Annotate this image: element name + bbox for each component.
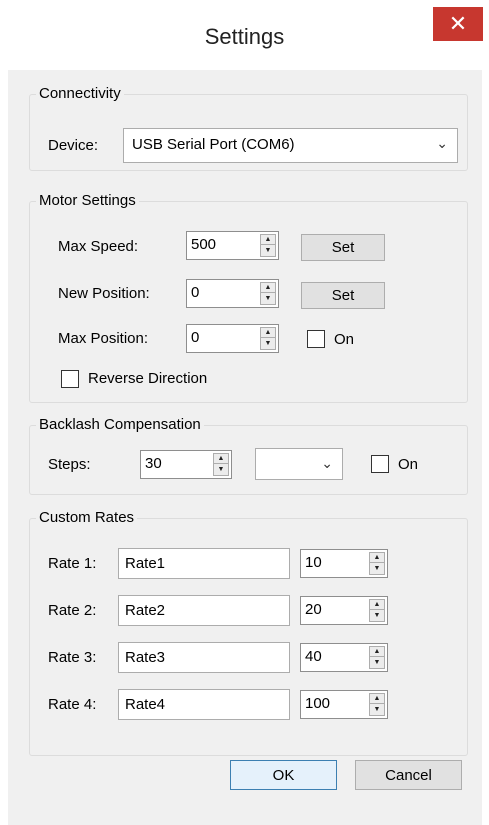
max-speed-set-button[interactable]: Set <box>301 234 385 261</box>
max-position-label: Max Position: <box>58 330 149 347</box>
max-speed-label: Max Speed: <box>58 238 139 255</box>
backlash-on-label: On <box>398 456 419 473</box>
connectivity-group-title: Connectivity <box>36 85 124 103</box>
backlash-mode-select[interactable]: ⌄ <box>255 448 343 480</box>
spin-down-icon[interactable]: ▼ <box>370 658 384 668</box>
rate-3-value-stepper[interactable]: 40 ▲ ▼ <box>300 643 388 672</box>
spin-up-icon[interactable]: ▲ <box>261 283 275 293</box>
spin-up-icon[interactable]: ▲ <box>370 600 384 610</box>
rate-2-value: 20 <box>305 601 322 618</box>
spin-up-icon[interactable]: ▲ <box>261 328 275 338</box>
rate-1-name-value: Rate1 <box>125 555 166 572</box>
spin-up-icon[interactable]: ▲ <box>370 647 384 657</box>
rate-4-value: 100 <box>305 695 331 712</box>
rate-1-label: Rate 1: <box>48 555 97 572</box>
rate-4-name-value: Rate4 <box>125 696 166 713</box>
rate-1-value: 10 <box>305 554 322 571</box>
max-speed-stepper[interactable]: 500 ▲ ▼ <box>186 231 279 260</box>
rate-4-name-input[interactable]: Rate4 <box>118 689 290 720</box>
rate-2-name-value: Rate2 <box>125 602 166 619</box>
spin-down-icon[interactable]: ▼ <box>261 246 275 256</box>
spin-down-icon[interactable]: ▼ <box>370 611 384 621</box>
connectivity-group: Connectivity Device: USB Serial Port (CO… <box>29 85 468 171</box>
max-position-value: 0 <box>191 329 200 346</box>
title-bar[interactable]: Settings ✕ <box>0 0 489 74</box>
rate-3-value: 40 <box>305 648 322 665</box>
max-position-spin-buttons[interactable]: ▲ ▼ <box>260 327 276 350</box>
spin-down-icon[interactable]: ▼ <box>261 339 275 349</box>
spin-up-icon[interactable]: ▲ <box>214 454 228 464</box>
rate-2-name-input[interactable]: Rate2 <box>118 595 290 626</box>
ok-button[interactable]: OK <box>230 760 337 790</box>
spin-down-icon[interactable]: ▼ <box>370 705 384 715</box>
steps-spin-buttons[interactable]: ▲ ▼ <box>213 453 229 476</box>
cancel-button[interactable]: Cancel <box>355 760 462 790</box>
rate-2-label: Rate 2: <box>48 602 97 619</box>
rate-2-spin-buttons[interactable]: ▲ ▼ <box>369 599 385 622</box>
rate-3-spin-buttons[interactable]: ▲ ▼ <box>369 646 385 669</box>
spin-up-icon[interactable]: ▲ <box>370 553 384 563</box>
rate-1-spin-buttons[interactable]: ▲ ▼ <box>369 552 385 575</box>
spin-up-icon[interactable]: ▲ <box>370 694 384 704</box>
new-position-spin-buttons[interactable]: ▲ ▼ <box>260 282 276 305</box>
close-button[interactable]: ✕ <box>433 7 483 41</box>
spin-up-icon[interactable]: ▲ <box>261 235 275 245</box>
device-select-value: USB Serial Port (COM6) <box>132 136 295 153</box>
custom-rates-group-title: Custom Rates <box>36 509 138 527</box>
rate-3-label: Rate 3: <box>48 649 97 666</box>
chevron-down-icon: ⌄ <box>436 135 448 151</box>
reverse-direction-label: Reverse Direction <box>88 370 208 387</box>
rate-4-value-stepper[interactable]: 100 ▲ ▼ <box>300 690 388 719</box>
max-position-stepper[interactable]: 0 ▲ ▼ <box>186 324 279 353</box>
rate-3-name-value: Rate3 <box>125 649 166 666</box>
settings-window: Settings ✕ Connectivity Device: USB Seri… <box>0 0 489 825</box>
spin-down-icon[interactable]: ▼ <box>261 294 275 304</box>
spin-down-icon[interactable]: ▼ <box>370 564 384 574</box>
window-title: Settings <box>204 24 285 49</box>
motor-settings-group: Motor Settings Max Speed: 500 ▲ ▼ Set Ne… <box>29 192 468 403</box>
max-speed-spin-buttons[interactable]: ▲ ▼ <box>260 234 276 257</box>
rate-4-spin-buttons[interactable]: ▲ ▼ <box>369 693 385 716</box>
rate-2-value-stepper[interactable]: 20 ▲ ▼ <box>300 596 388 625</box>
rate-1-name-input[interactable]: Rate1 <box>118 548 290 579</box>
new-position-set-button[interactable]: Set <box>301 282 385 309</box>
backlash-group-title: Backlash Compensation <box>36 416 204 434</box>
max-speed-value: 500 <box>191 236 217 253</box>
dialog-client-area: Connectivity Device: USB Serial Port (CO… <box>8 70 482 825</box>
spin-down-icon[interactable]: ▼ <box>214 465 228 475</box>
backlash-on-checkbox[interactable] <box>371 455 389 473</box>
new-position-stepper[interactable]: 0 ▲ ▼ <box>186 279 279 308</box>
device-select[interactable]: USB Serial Port (COM6) ⌄ <box>123 128 458 163</box>
rate-3-name-input[interactable]: Rate3 <box>118 642 290 673</box>
max-position-on-checkbox[interactable] <box>307 330 325 348</box>
new-position-label: New Position: <box>58 285 150 302</box>
max-position-on-label: On <box>334 331 355 348</box>
new-position-value: 0 <box>191 284 200 301</box>
steps-label: Steps: <box>48 456 91 473</box>
motor-settings-group-title: Motor Settings <box>36 192 139 210</box>
custom-rates-group: Custom Rates Rate 1: Rate1 10 ▲ ▼ Rate 2… <box>29 509 468 756</box>
chevron-down-icon: ⌄ <box>321 455 333 471</box>
steps-stepper[interactable]: 30 ▲ ▼ <box>140 450 232 479</box>
reverse-direction-checkbox[interactable] <box>61 370 79 388</box>
rate-1-value-stepper[interactable]: 10 ▲ ▼ <box>300 549 388 578</box>
steps-value: 30 <box>145 455 162 472</box>
close-icon: ✕ <box>448 11 468 36</box>
device-label: Device: <box>48 137 99 154</box>
backlash-compensation-group: Backlash Compensation Steps: 30 ▲ ▼ ⌄ On <box>29 416 468 495</box>
rate-4-label: Rate 4: <box>48 696 97 713</box>
